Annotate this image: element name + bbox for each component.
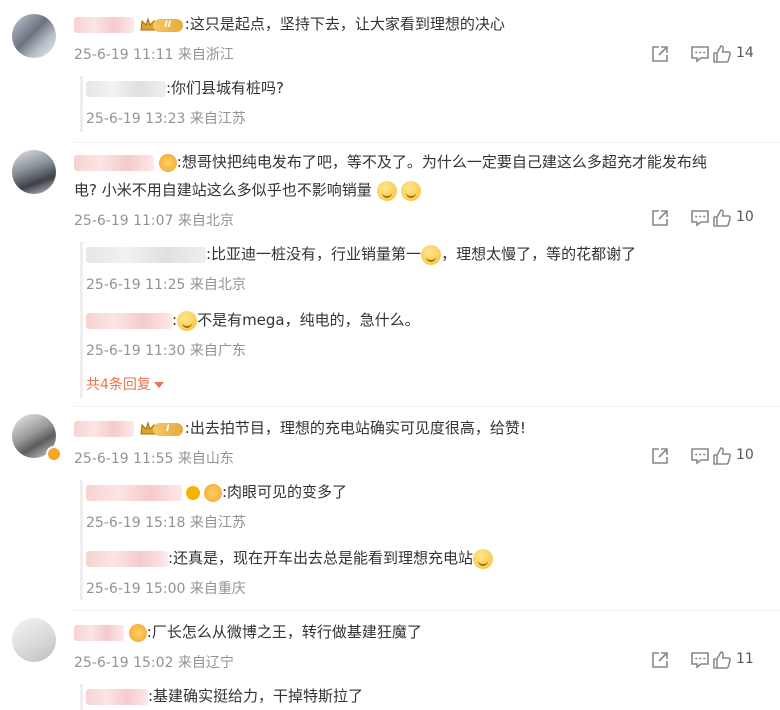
divider [74,406,780,407]
member-badge: I [139,420,185,438]
comment-text-2: 电? 小米不用自建站这么多似乎也不影响销量 [74,178,422,202]
reply-text: :比亚迪一桩没有，行业销量第一 ，理想太慢了，等的花都谢了 [86,242,636,266]
like-count: 10 [736,447,754,463]
action-bar: 10 [650,208,768,228]
reply-username[interactable] [86,312,172,329]
username[interactable] [74,624,124,641]
like-icon[interactable] [712,650,732,670]
expand-replies-link[interactable]: 共4条回复 [86,374,164,394]
share-icon[interactable] [650,446,670,466]
share-icon[interactable] [650,44,670,64]
comment-meta: 25-6-19 11:07 来自北京 [74,213,234,229]
comment-meta: 25-6-19 15:02 来自辽宁 [74,655,234,671]
fan-badge-icon [128,623,147,642]
action-bar: 14 [650,44,768,64]
reply-meta: 25-6-19 15:18 来自江苏 [86,515,246,531]
username[interactable] [74,16,134,33]
cat-emoji-icon [177,310,198,331]
divider [74,142,780,143]
comment-meta: 25-6-19 11:55 来自山东 [74,451,234,467]
fan-badge-icon [158,153,177,172]
divider [74,610,780,611]
like-count: 10 [736,209,754,225]
like-count: 11 [736,651,754,667]
replies-bar [80,684,83,710]
replies-bar [80,76,83,132]
avatar[interactable] [12,618,56,662]
comment-icon[interactable] [690,446,710,466]
comment-meta: 25-6-19 11:11 来自浙江 [74,47,234,63]
reply-text: : 不是有mega，纯电的，急什么。 [86,308,420,332]
member-badge: II [139,16,185,34]
replies-bar [80,242,83,398]
comment-text: II :这只是起点，坚持下去，让大家看到理想的决心 [74,12,505,36]
reply-text: :基建确实挺给力，干掉特斯拉了 [86,684,363,708]
like-icon[interactable] [712,44,732,64]
comment-text: :厂长怎么从微博之王，转行做基建狂魔了 [74,620,422,644]
reply-text: :肉眼可见的变多了 [86,480,347,504]
comment-text: I :出去拍节目，理想的充电站确实可见度很高，给赞! [74,416,526,440]
reply-meta: 25-6-19 13:23 来自江苏 [86,111,246,127]
avatar[interactable] [12,150,56,194]
comment-icon[interactable] [690,44,710,64]
reply-username[interactable] [86,550,168,567]
verified-icon [186,485,200,500]
action-bar: 10 [650,446,768,466]
verified-badge-icon [46,446,62,462]
emoji-icon [401,180,422,201]
emoji-icon [473,548,494,569]
replies-bar [80,480,83,600]
username[interactable] [74,420,134,437]
action-bar: 11 [650,650,768,670]
share-icon[interactable] [650,208,670,228]
comment-icon[interactable] [690,208,710,228]
reply-username[interactable] [86,246,206,263]
share-icon[interactable] [650,650,670,670]
reply-text: :你们县城有桩吗? [86,76,284,100]
reply-username[interactable] [86,484,182,501]
emoji-icon [376,180,397,201]
comment-text: :想哥快把纯电发布了吧，等不及了。为什么一定要自己建这么多超充才能发布纯 [74,150,707,174]
reply-meta: 25-6-19 11:30 来自广东 [86,343,246,359]
laugh-emoji-icon [421,244,442,265]
like-icon[interactable] [712,208,732,228]
comment-icon[interactable] [690,650,710,670]
reply-meta: 25-6-19 15:00 来自重庆 [86,581,246,597]
like-icon[interactable] [712,446,732,466]
fan-badge-icon [204,483,222,502]
avatar[interactable] [12,14,56,58]
reply-username[interactable] [86,80,166,97]
username[interactable] [74,154,154,171]
reply-text: :还真是，现在开车出去总是能看到理想充电站 [86,546,494,570]
chevron-down-icon [153,382,164,388]
reply-meta: 25-6-19 11:25 来自北京 [86,277,246,293]
reply-username[interactable] [86,688,148,705]
like-count: 14 [736,45,754,61]
